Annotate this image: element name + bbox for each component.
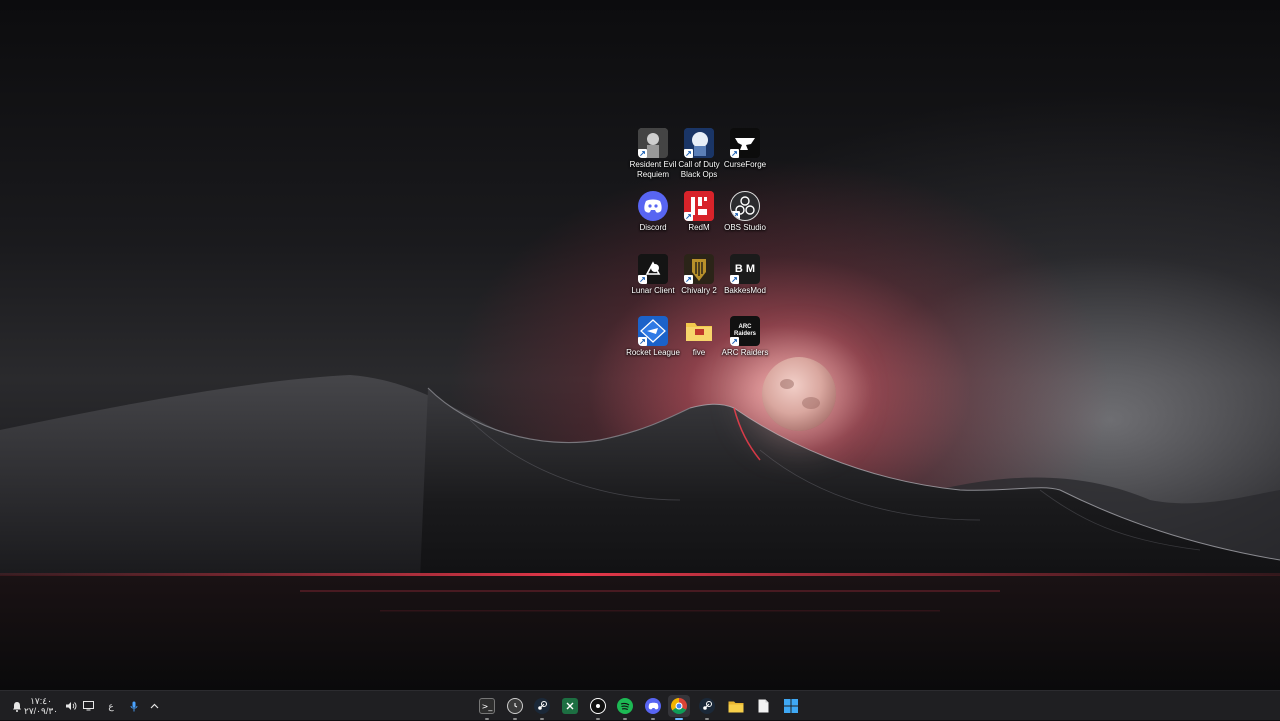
discord-icon — [638, 191, 668, 221]
clock-app-icon — [507, 698, 523, 714]
redm-icon: ↗ — [684, 191, 714, 221]
shortcut-arrow-icon: ↗ — [730, 149, 739, 158]
desktop-icon-label: BakkesMod — [724, 286, 766, 295]
taskbar-app-notepad[interactable] — [752, 695, 774, 717]
shortcut-arrow-icon: ↗ — [684, 212, 693, 221]
moon — [762, 357, 836, 431]
desktop-icon-label: CurseForge — [723, 160, 767, 169]
steam-icon — [699, 698, 715, 714]
arc-raiders-glyph: ARC Raiders — [733, 324, 756, 337]
bakkesmod-icon: B M ↗ — [730, 254, 760, 284]
volume-icon[interactable] — [62, 701, 80, 711]
desktop-icon-label: OBS Studio — [724, 223, 766, 232]
resident-evil-icon: ↗ — [638, 128, 668, 158]
chevron-up-icon[interactable] — [146, 703, 162, 709]
language-label: ع — [108, 700, 114, 711]
shortcut-arrow-icon: ↗ — [638, 149, 647, 158]
taskbar-app-ea[interactable] — [587, 695, 609, 720]
chivalry-icon: ↗ — [684, 254, 714, 284]
rocket-league-icon: ↗ — [638, 316, 668, 346]
clock-date: ٢٧/٠٩/٣٠ — [24, 706, 59, 716]
file-explorer-icon — [728, 698, 744, 714]
steam-icon — [534, 698, 550, 714]
taskbar-app-chrome[interactable] — [668, 695, 690, 720]
discord-icon — [645, 698, 661, 714]
folder-icon — [684, 316, 714, 346]
taskbar-app-file-explorer[interactable] — [725, 695, 747, 717]
desktop-icon-obs-studio[interactable]: ↗ OBS Studio — [718, 191, 772, 233]
lunar-client-icon: ↗ — [638, 254, 668, 284]
desktop-icon-arc-raiders[interactable]: ARC Raiders ↗ ARC Raiders — [718, 316, 772, 358]
taskbar-app-steam[interactable] — [531, 695, 553, 720]
taskbar-app-excel[interactable] — [559, 695, 581, 717]
taskbar: ١٧:٤٠ ٢٧/٠٩/٣٠ ع >_ — [0, 690, 1280, 720]
desktop-icon-curseforge[interactable]: ↗ CurseForge — [718, 128, 772, 170]
taskbar-app-discord[interactable] — [642, 695, 664, 720]
clock[interactable]: ١٧:٤٠ ٢٧/٠٩/٣٠ — [24, 696, 59, 716]
notepad-icon — [755, 698, 771, 714]
microphone-icon[interactable] — [126, 701, 142, 712]
desktop-icon-bakkesmod[interactable]: B M ↗ BakkesMod — [718, 254, 772, 296]
desktop-icon-label: ARC Raiders — [721, 348, 769, 357]
shortcut-arrow-icon: ↗ — [638, 337, 647, 346]
input-language-indicator[interactable]: ع — [102, 701, 120, 712]
system-tray: ١٧:٤٠ ٢٧/٠٩/٣٠ ع — [10, 691, 162, 721]
shortcut-arrow-icon: ↗ — [731, 211, 740, 220]
notification-bell-icon[interactable] — [10, 701, 24, 712]
shortcut-arrow-icon: ↗ — [684, 149, 693, 158]
clock-time: ١٧:٤٠ — [30, 696, 52, 706]
excel-icon — [562, 698, 578, 714]
network-icon[interactable] — [80, 701, 96, 711]
taskbar-app-terminal[interactable]: >_ — [476, 695, 498, 720]
shortcut-arrow-icon: ↗ — [730, 275, 739, 284]
curseforge-icon: ↗ — [730, 128, 760, 158]
bakkesmod-glyph: B M — [734, 262, 756, 275]
taskbar-app-clock[interactable] — [504, 695, 526, 720]
call-of-duty-icon: ↗ — [684, 128, 714, 158]
ea-app-icon — [590, 698, 606, 714]
arc-raiders-icon: ARC Raiders ↗ — [730, 316, 760, 346]
obs-icon: ↗ — [730, 191, 760, 221]
start-icon — [783, 698, 799, 714]
start-button[interactable] — [780, 695, 802, 717]
shortcut-arrow-icon: ↗ — [684, 275, 693, 284]
taskbar-app-spotify[interactable] — [614, 695, 636, 720]
chrome-icon — [671, 698, 687, 714]
taskbar-app-steam-2[interactable] — [696, 695, 718, 720]
spotify-icon — [617, 698, 633, 714]
terminal-icon: >_ — [479, 698, 495, 714]
shortcut-arrow-icon: ↗ — [730, 337, 739, 346]
shortcut-arrow-icon: ↗ — [638, 275, 647, 284]
